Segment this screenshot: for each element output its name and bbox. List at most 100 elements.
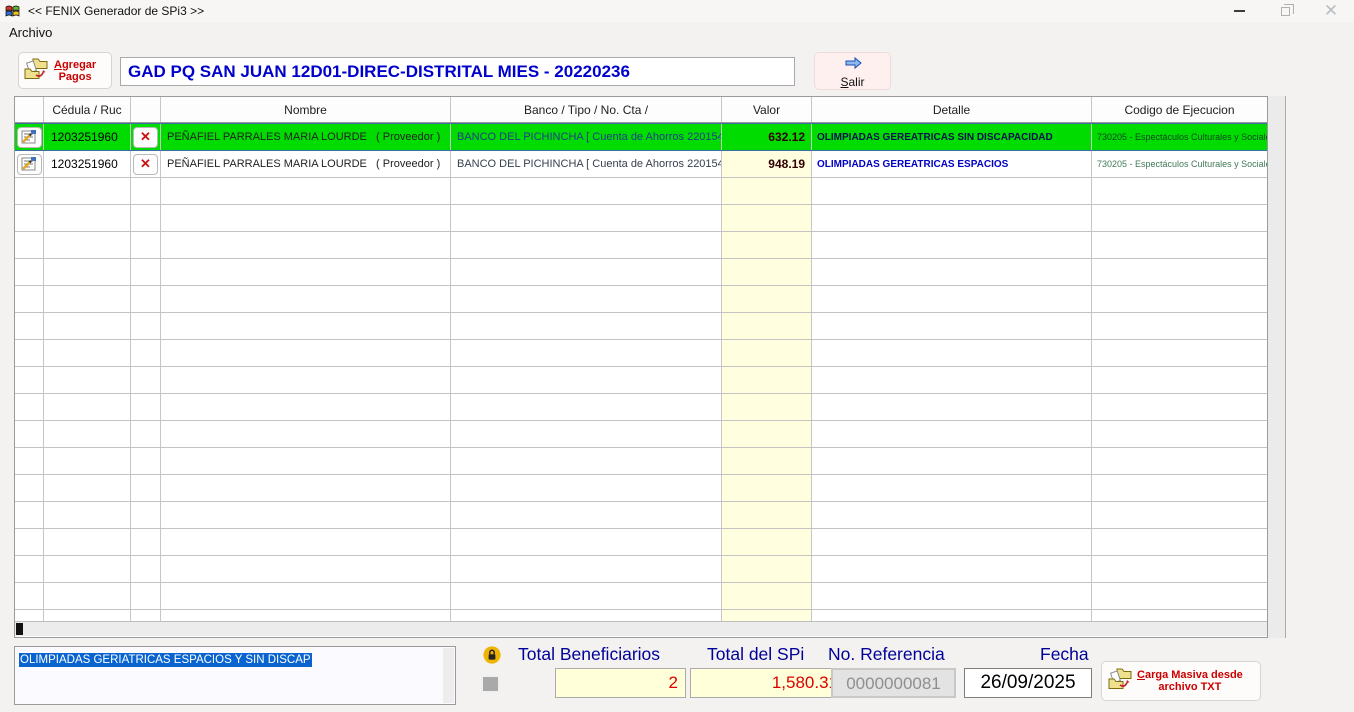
- table-row[interactable]: 1203251960PEÑAFIEL PARRALES MARIA LOURDE…: [15, 123, 1267, 151]
- fecha-label: Fecha: [1040, 644, 1089, 665]
- empty-table-row: [15, 367, 1267, 394]
- cell-cedula: 1203251960: [44, 124, 131, 150]
- cell-valor: [722, 232, 812, 258]
- cell-detalle: [812, 502, 1092, 528]
- cell-banco: [451, 340, 722, 366]
- cell-nombre: [161, 448, 451, 474]
- empty-table-row: [15, 583, 1267, 610]
- agregar-pagos-button[interactable]: Agregar Pagos: [18, 52, 112, 89]
- grid-horizontal-scrollbar[interactable]: [15, 621, 1267, 636]
- carga-masiva-label-line1: Carga Masiva desde: [1137, 669, 1243, 681]
- cell-xcol: [131, 313, 161, 339]
- cell-iconcol: [15, 367, 44, 393]
- cell-codigo: [1092, 448, 1267, 474]
- cell-cedula: [44, 205, 131, 231]
- restore-icon: [1281, 7, 1290, 16]
- empty-table-row: [15, 178, 1267, 205]
- cell-detalle: OLIMPIADAS GEREATRICAS SIN DISCAPACIDAD: [812, 124, 1092, 150]
- cell-banco: [451, 556, 722, 582]
- cell-banco: [451, 394, 722, 420]
- restore-button[interactable]: [1262, 0, 1308, 22]
- empty-table-row: [15, 259, 1267, 286]
- cell-nombre: [161, 475, 451, 501]
- grid-header: Cédula / RucNombreBanco / Tipo / No. Cta…: [15, 97, 1267, 123]
- cell-nombre: [161, 421, 451, 447]
- cell-valor: [722, 259, 812, 285]
- cell-codigo: [1092, 529, 1267, 555]
- cell-iconcol: [15, 259, 44, 285]
- column-header-valor: Valor: [722, 97, 812, 122]
- salir-label: Salir: [815, 75, 890, 89]
- grid-vertical-scrollbar[interactable]: [1268, 96, 1286, 638]
- cell-banco: BANCO DEL PICHINCHA [ Cuenta de Ahorros …: [451, 151, 722, 177]
- cell-iconcol: [15, 394, 44, 420]
- cell-banco: [451, 448, 722, 474]
- folders-arrow-icon: [1107, 666, 1134, 691]
- cell-xcol: [131, 475, 161, 501]
- carga-masiva-button[interactable]: Carga Masiva desde archivo TXT: [1101, 661, 1261, 701]
- cell-banco: [451, 529, 722, 555]
- agregar-pagos-label-line2: Pagos: [59, 71, 92, 83]
- blue-right-arrow-icon: [843, 56, 863, 70]
- scrollbar-thumb[interactable]: [16, 623, 23, 635]
- cell-valor: 632.12: [722, 124, 812, 150]
- salir-button[interactable]: Salir: [814, 52, 891, 90]
- fecha-input[interactable]: 26/09/2025: [964, 668, 1092, 698]
- edit-row-button[interactable]: [17, 154, 42, 175]
- cell-xcol: [131, 367, 161, 393]
- cell-codigo: [1092, 340, 1267, 366]
- cell-iconcol: [15, 610, 44, 621]
- cell-detalle: [812, 529, 1092, 555]
- cell-iconcol: [15, 448, 44, 474]
- cell-iconcol: [15, 124, 44, 150]
- detalle-textarea[interactable]: OLIMPIADAS GERIATRICAS ESPACIOS Y SIN DI…: [14, 646, 456, 705]
- empty-table-row: [15, 475, 1267, 502]
- cell-nombre: [161, 259, 451, 285]
- cell-iconcol: [15, 421, 44, 447]
- cell-codigo: [1092, 205, 1267, 231]
- cell-valor: [722, 610, 812, 621]
- cell-xcol: [131, 421, 161, 447]
- menu-archivo[interactable]: Archivo: [0, 22, 61, 40]
- cell-codigo: [1092, 394, 1267, 420]
- total-beneficiarios-value: 2: [555, 668, 686, 698]
- cell-valor: [722, 205, 812, 231]
- cell-cedula: 1203251960: [44, 151, 131, 177]
- cell-nombre: [161, 529, 451, 555]
- window-title: << FENIX Generador de SPi3 >>: [28, 4, 204, 18]
- cell-cedula: [44, 475, 131, 501]
- empty-table-row: [15, 394, 1267, 421]
- cell-nombre: [161, 286, 451, 312]
- cell-banco: [451, 178, 722, 204]
- minimize-button[interactable]: [1216, 0, 1262, 22]
- delete-row-button[interactable]: [133, 127, 158, 148]
- table-row[interactable]: 1203251960PEÑAFIEL PARRALES MARIA LOURDE…: [15, 151, 1267, 178]
- app-window-icon: [5, 4, 21, 19]
- cell-banco: [451, 205, 722, 231]
- cell-xcol: [131, 502, 161, 528]
- cell-detalle: [812, 178, 1092, 204]
- delete-row-button[interactable]: [133, 154, 158, 175]
- cell-cedula: [44, 421, 131, 447]
- cell-valor: [722, 340, 812, 366]
- cell-cedula: [44, 232, 131, 258]
- close-button[interactable]: ✕: [1308, 0, 1354, 22]
- textarea-scrollbar[interactable]: [443, 648, 454, 703]
- cell-cedula: [44, 394, 131, 420]
- cell-detalle: [812, 313, 1092, 339]
- cell-cedula: [44, 448, 131, 474]
- spi-title-input[interactable]: GAD PQ SAN JUAN 12D01-DIREC-DISTRITAL MI…: [120, 57, 795, 86]
- cell-detalle: [812, 583, 1092, 609]
- edit-row-button[interactable]: [17, 127, 42, 148]
- column-header-banco: Banco / Tipo / No. Cta /: [451, 97, 722, 122]
- cell-nombre: [161, 340, 451, 366]
- cell-detalle: [812, 421, 1092, 447]
- cell-xcol: [131, 448, 161, 474]
- column-header-cedula: Cédula / Ruc: [44, 97, 131, 122]
- cell-codigo: [1092, 475, 1267, 501]
- empty-table-row: [15, 286, 1267, 313]
- cell-xcol: [131, 529, 161, 555]
- cell-cedula: [44, 178, 131, 204]
- cell-cedula: [44, 340, 131, 366]
- edit-row-icon: [21, 130, 37, 144]
